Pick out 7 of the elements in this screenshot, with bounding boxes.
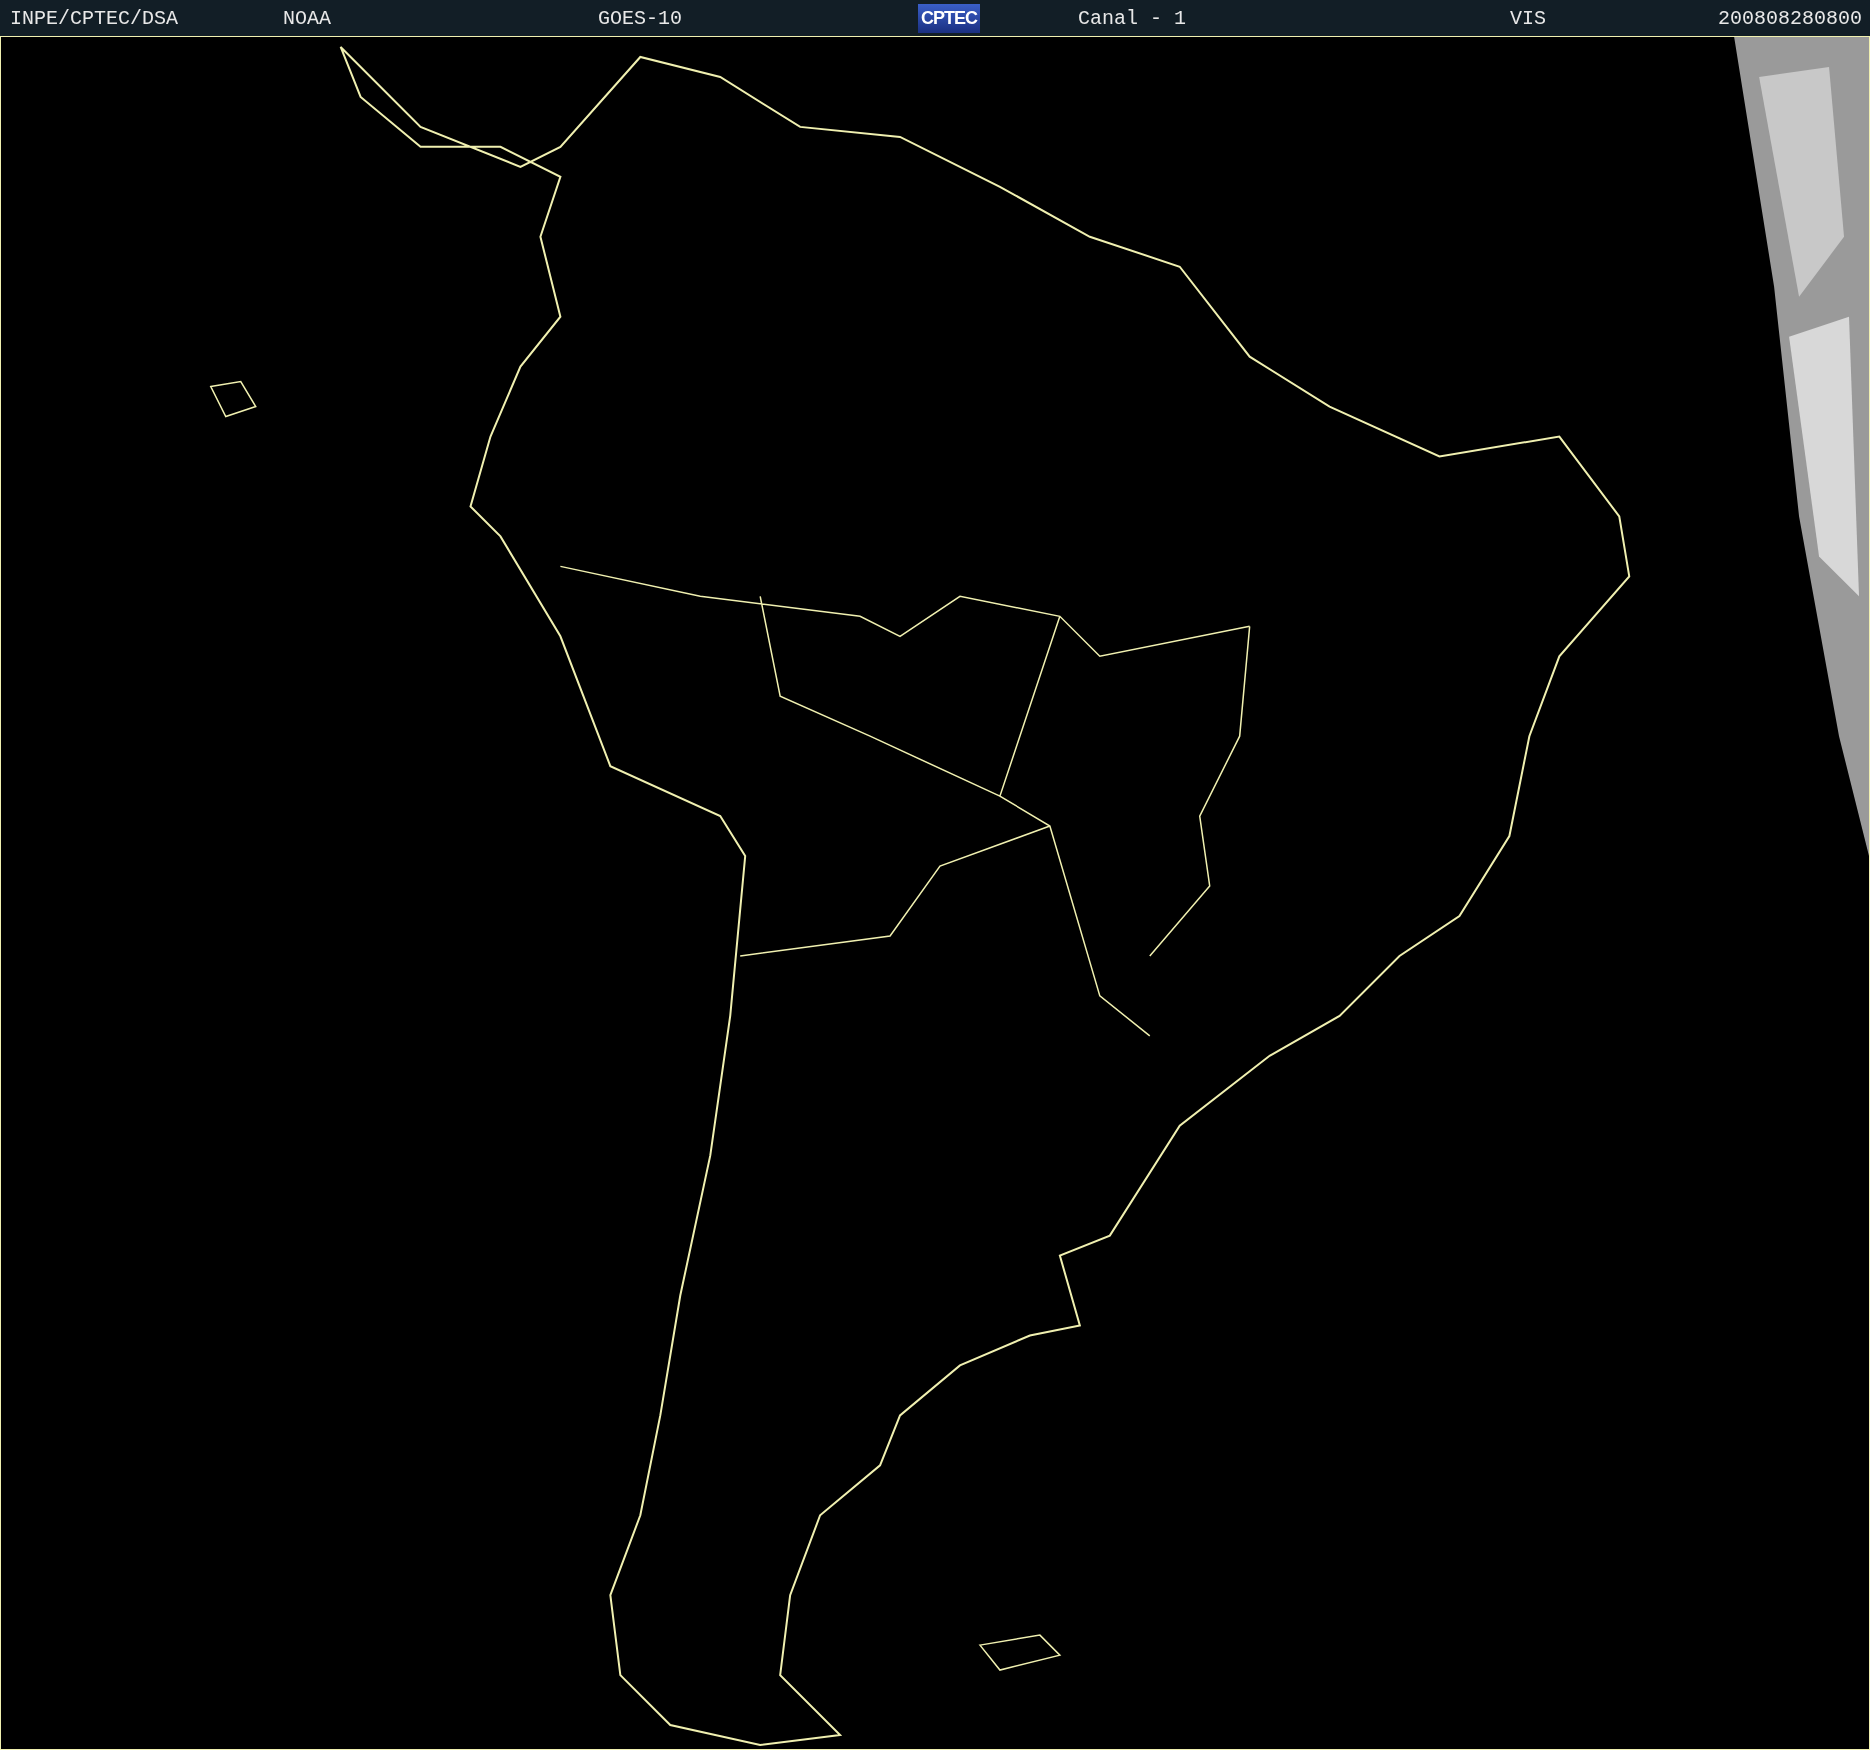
header-label: Canal - 1 [1078, 6, 1187, 30]
header-label: VIS [1510, 6, 1546, 30]
header-label: NOAA [283, 6, 331, 30]
header-label: 200808280800 [1717, 6, 1862, 30]
logo-badge: CPTEC [918, 3, 980, 33]
header-label: GOES-10 [598, 6, 682, 30]
header-label: INPE/CPTEC/DSA [10, 6, 179, 30]
